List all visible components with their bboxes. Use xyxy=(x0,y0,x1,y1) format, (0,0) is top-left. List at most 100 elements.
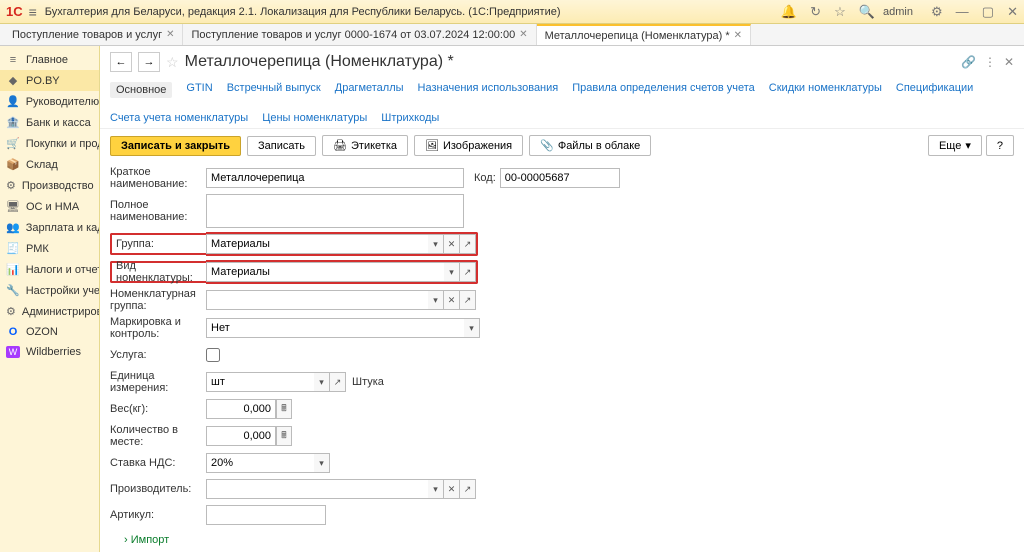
tab-close-icon[interactable]: ✕ xyxy=(166,29,174,40)
document-tab[interactable]: Поступление товаров и услуг✕ xyxy=(4,24,183,45)
manuf-input[interactable] xyxy=(206,479,428,499)
sidebar-item[interactable]: ≡Главное xyxy=(0,50,99,70)
short-name-input[interactable] xyxy=(206,168,464,188)
subtab[interactable]: Спецификации xyxy=(896,82,973,98)
manuf-dropdown-button[interactable]: ▾ xyxy=(428,479,444,499)
subtab[interactable]: GTIN xyxy=(186,82,212,98)
unit-open-button[interactable]: ↗ xyxy=(330,372,346,392)
sidebar-label: Покупки и продажи xyxy=(26,138,100,150)
sidebar-label: Зарплата и кадры xyxy=(26,222,100,234)
weight-calc-button[interactable]: 🖩 xyxy=(276,399,292,419)
manuf-clear-button[interactable]: ✕ xyxy=(444,479,460,499)
article-label: Артикул: xyxy=(110,509,206,521)
subtab[interactable]: Драгметаллы xyxy=(335,82,404,98)
document-tab[interactable]: Металлочерепица (Номенклатура) *✕ xyxy=(537,24,751,45)
subtab[interactable]: Встречный выпуск xyxy=(227,82,321,98)
sidebar-item[interactable]: 👥Зарплата и кадры xyxy=(0,217,99,238)
sidebar-label: Склад xyxy=(26,159,58,171)
sidebar-item[interactable]: 🏦Банк и касса xyxy=(0,112,99,133)
close-icon[interactable]: ✕ xyxy=(1007,4,1018,19)
sidebar-item[interactable]: 👤Руководителю xyxy=(0,91,99,112)
tab-close-icon[interactable]: ✕ xyxy=(519,29,527,40)
search-icon[interactable]: 🔍 xyxy=(859,4,875,19)
mark-input[interactable] xyxy=(206,318,464,338)
unit-dropdown-button[interactable]: ▾ xyxy=(314,372,330,392)
full-name-input[interactable] xyxy=(206,194,464,228)
sidebar-icon: 🛒 xyxy=(6,137,20,150)
sidebar-label: Руководителю xyxy=(26,96,99,108)
help-button[interactable]: ? xyxy=(986,135,1014,156)
group-input[interactable] xyxy=(206,234,428,254)
code-input[interactable] xyxy=(500,168,620,188)
short-name-label: Краткое наименование: xyxy=(110,166,206,190)
subtab[interactable]: Правила определения счетов учета xyxy=(572,82,755,98)
service-checkbox[interactable] xyxy=(206,348,220,362)
menu-icon[interactable]: ≡ xyxy=(29,4,37,20)
close-page-icon[interactable]: ✕ xyxy=(1004,55,1014,69)
nomgroup-input[interactable] xyxy=(206,290,428,310)
label-button[interactable]: 🖨Этикетка xyxy=(322,135,408,156)
weight-input[interactable] xyxy=(206,399,276,419)
sidebar-item[interactable]: ⚙Администрирование xyxy=(0,301,99,322)
nav-fwd-button[interactable]: → xyxy=(138,52,160,72)
sidebar-icon: 📊 xyxy=(6,263,20,276)
save-close-button[interactable]: Записать и закрыть xyxy=(110,136,241,156)
history-icon[interactable]: ↻ xyxy=(810,4,821,19)
subtab[interactable]: Штрихкоды xyxy=(381,112,439,124)
sidebar-item[interactable]: WWildberries xyxy=(0,342,99,362)
tab-close-icon[interactable]: ✕ xyxy=(734,30,742,41)
sidebar-item[interactable]: ⚙Производство xyxy=(0,175,99,196)
subtab[interactable]: Цены номенклатуры xyxy=(262,112,367,124)
kind-input[interactable] xyxy=(206,262,444,282)
images-button[interactable]: 🖼Изображения xyxy=(414,135,523,156)
save-button[interactable]: Записать xyxy=(247,136,316,156)
nomgroup-dropdown-button[interactable]: ▾ xyxy=(428,290,444,310)
vat-input[interactable] xyxy=(206,453,314,473)
sidebar-icon: ⚙ xyxy=(6,179,16,192)
sidebar-item[interactable]: 🖥ОС и НМА xyxy=(0,196,99,217)
subtab[interactable]: Скидки номенклатуры xyxy=(769,82,882,98)
maximize-icon[interactable]: ▢ xyxy=(982,4,994,19)
sidebar-item[interactable]: OOZON xyxy=(0,322,99,342)
expander-import[interactable]: Импорт xyxy=(110,530,1014,550)
group-clear-button[interactable]: ✕ xyxy=(444,234,460,254)
more-button[interactable]: Еще ▾ xyxy=(928,135,982,156)
code-label: Код: xyxy=(474,172,496,184)
favorite-icon[interactable]: ☆ xyxy=(166,54,179,71)
link-icon[interactable]: 🔗 xyxy=(961,55,976,69)
group-dropdown-button[interactable]: ▾ xyxy=(428,234,444,254)
sidebar-item[interactable]: 🛒 Покупки и продажи xyxy=(0,133,99,154)
sidebar-item[interactable]: 📦Склад xyxy=(0,154,99,175)
nomgroup-clear-button[interactable]: ✕ xyxy=(444,290,460,310)
sidebar-item[interactable]: ◆PO.BY xyxy=(0,70,99,91)
kind-dropdown-button[interactable]: ▾ xyxy=(444,262,460,282)
vat-dropdown-button[interactable]: ▾ xyxy=(314,453,330,473)
nomgroup-open-button[interactable]: ↗ xyxy=(460,290,476,310)
sidebar: ≡Главное◆PO.BY👤Руководителю🏦Банк и касса… xyxy=(0,46,100,552)
nav-back-button[interactable]: ← xyxy=(110,52,132,72)
more-icon[interactable]: ⋮ xyxy=(984,55,996,69)
document-tab[interactable]: Поступление товаров и услуг 0000-1674 от… xyxy=(183,24,536,45)
qty-calc-button[interactable]: 🖩 xyxy=(276,426,292,446)
document-tabs: Поступление товаров и услуг✕Поступление … xyxy=(0,24,1024,46)
sidebar-item[interactable]: 🔧Настройки учета xyxy=(0,280,99,301)
user-name[interactable]: admin xyxy=(883,6,913,18)
toolbar: Записать и закрыть Записать 🖨Этикетка 🖼И… xyxy=(100,129,1024,162)
subtab[interactable]: Основное xyxy=(110,82,172,98)
subtab[interactable]: Счета учета номенклатуры xyxy=(110,112,248,124)
kind-open-button[interactable]: ↗ xyxy=(460,262,476,282)
unit-input[interactable] xyxy=(206,372,314,392)
sidebar-item[interactable]: 🧾РМК xyxy=(0,238,99,259)
settings-icon[interactable]: ⚙ xyxy=(931,4,943,19)
manuf-open-button[interactable]: ↗ xyxy=(460,479,476,499)
article-input[interactable] xyxy=(206,505,326,525)
group-open-button[interactable]: ↗ xyxy=(460,234,476,254)
subtab[interactable]: Назначения использования xyxy=(418,82,559,98)
sidebar-item[interactable]: 📊Налоги и отчетность xyxy=(0,259,99,280)
qty-input[interactable] xyxy=(206,426,276,446)
star-icon[interactable]: ☆ xyxy=(834,4,846,19)
minimize-icon[interactable]: — xyxy=(956,4,969,19)
cloud-files-button[interactable]: 📎Файлы в облаке xyxy=(529,135,651,156)
bell-icon[interactable]: 🔔 xyxy=(781,4,797,19)
mark-dropdown-button[interactable]: ▾ xyxy=(464,318,480,338)
